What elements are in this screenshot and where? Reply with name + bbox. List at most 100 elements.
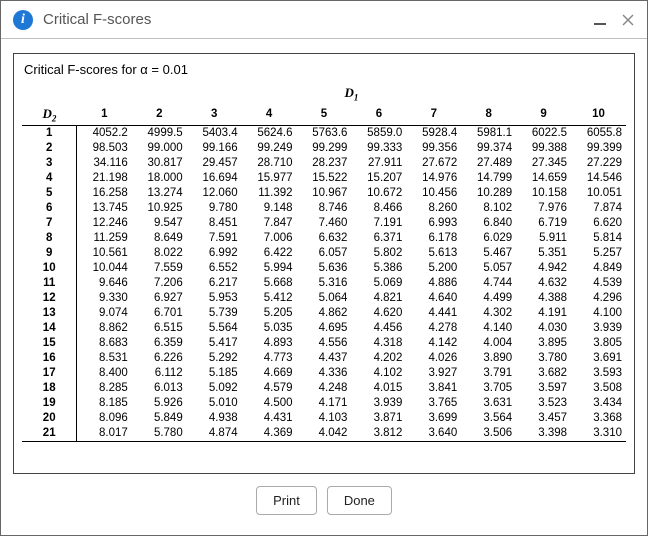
cell: 99.356 — [406, 141, 461, 156]
cell: 5.412 — [242, 291, 297, 306]
cell: 6.552 — [187, 261, 242, 276]
cell: 6.217 — [187, 276, 242, 291]
cell: 8.862 — [77, 321, 132, 336]
cell: 7.559 — [132, 261, 187, 276]
row-header: 6 — [22, 201, 77, 216]
cell: 14.546 — [571, 171, 626, 186]
cell: 3.765 — [406, 396, 461, 411]
table-row: 168.5316.2265.2924.7734.4374.2024.0263.8… — [22, 351, 626, 366]
cell: 5.351 — [516, 246, 571, 261]
print-button[interactable]: Print — [256, 486, 317, 515]
cell: 10.158 — [516, 186, 571, 201]
cell: 7.847 — [242, 216, 297, 231]
row-header: 18 — [22, 381, 77, 396]
cell: 3.682 — [516, 366, 571, 381]
cell: 5.467 — [461, 246, 516, 261]
cell: 4.893 — [242, 336, 297, 351]
cell: 4.140 — [461, 321, 516, 336]
column-header: 9 — [516, 104, 571, 125]
done-button[interactable]: Done — [327, 486, 392, 515]
table-row: 188.2856.0135.0924.5794.2484.0153.8413.7… — [22, 381, 626, 396]
cell: 3.927 — [406, 366, 461, 381]
cell: 28.237 — [297, 156, 352, 171]
cell: 3.841 — [406, 381, 461, 396]
cell: 5.200 — [406, 261, 461, 276]
cell: 4.296 — [571, 291, 626, 306]
cell: 3.398 — [516, 426, 571, 442]
cell: 8.649 — [132, 231, 187, 246]
cell: 6.029 — [461, 231, 516, 246]
table-row: 712.2469.5478.4517.8477.4607.1916.9936.8… — [22, 216, 626, 231]
cell: 5928.4 — [406, 125, 461, 141]
cell: 27.911 — [351, 156, 406, 171]
cell: 5859.0 — [351, 125, 406, 141]
dialog-window: i Critical F-scores Critical F-scores fo… — [0, 0, 648, 536]
cell: 5.780 — [132, 426, 187, 442]
cell: 10.051 — [571, 186, 626, 201]
minimize-button[interactable] — [589, 9, 611, 31]
cell: 4.556 — [297, 336, 352, 351]
d2-heading: D2 — [22, 104, 77, 125]
cell: 3.508 — [571, 381, 626, 396]
cell: 6.927 — [132, 291, 187, 306]
cell: 4.669 — [242, 366, 297, 381]
cell: 10.044 — [77, 261, 132, 276]
cell: 5.185 — [187, 366, 242, 381]
row-header: 2 — [22, 141, 77, 156]
cell: 4.456 — [351, 321, 406, 336]
cell: 4.874 — [187, 426, 242, 442]
cell: 5403.4 — [187, 125, 242, 141]
cell: 4999.5 — [132, 125, 187, 141]
cell: 10.672 — [351, 186, 406, 201]
row-header: 9 — [22, 246, 77, 261]
cell: 10.289 — [461, 186, 516, 201]
table-wrap: D1 D2 12345678910 14052.24999.55403.4562… — [22, 83, 626, 473]
cell: 3.597 — [516, 381, 571, 396]
cell: 3.506 — [461, 426, 516, 442]
cell: 6.993 — [406, 216, 461, 231]
cell: 4.632 — [516, 276, 571, 291]
cell: 4.539 — [571, 276, 626, 291]
content-area: Critical F-scores for α = 0.01 D1 D2 — [1, 39, 647, 535]
cell: 16.694 — [187, 171, 242, 186]
cell: 4.942 — [516, 261, 571, 276]
cell: 3.871 — [351, 411, 406, 426]
cell: 21.198 — [77, 171, 132, 186]
cell: 13.274 — [132, 186, 187, 201]
column-header: 5 — [297, 104, 352, 125]
cell: 4.042 — [297, 426, 352, 442]
cell: 4.102 — [351, 366, 406, 381]
cell: 6.840 — [461, 216, 516, 231]
cell: 5763.6 — [297, 125, 352, 141]
column-header: 10 — [571, 104, 626, 125]
cell: 5.205 — [242, 306, 297, 321]
info-icon: i — [13, 10, 33, 30]
cell: 4.579 — [242, 381, 297, 396]
cell: 6.701 — [132, 306, 187, 321]
cell: 29.457 — [187, 156, 242, 171]
cell: 4.849 — [571, 261, 626, 276]
cell: 8.746 — [297, 201, 352, 216]
cell: 3.593 — [571, 366, 626, 381]
cell: 5.926 — [132, 396, 187, 411]
row-header: 13 — [22, 306, 77, 321]
cell: 4052.2 — [77, 125, 132, 141]
title-bar: i Critical F-scores — [1, 1, 647, 39]
cell: 4.499 — [461, 291, 516, 306]
cell: 9.547 — [132, 216, 187, 231]
column-header: 2 — [132, 104, 187, 125]
column-header: 8 — [461, 104, 516, 125]
cell: 6.057 — [297, 246, 352, 261]
cell: 6.992 — [187, 246, 242, 261]
cell: 12.060 — [187, 186, 242, 201]
cell: 5.613 — [406, 246, 461, 261]
cell: 11.392 — [242, 186, 297, 201]
cell: 8.017 — [77, 426, 132, 442]
cell: 3.564 — [461, 411, 516, 426]
cell: 5.911 — [516, 231, 571, 246]
cell: 27.345 — [516, 156, 571, 171]
cell: 5.035 — [242, 321, 297, 336]
close-button[interactable] — [617, 9, 639, 31]
cell: 6.359 — [132, 336, 187, 351]
cell: 3.457 — [516, 411, 571, 426]
